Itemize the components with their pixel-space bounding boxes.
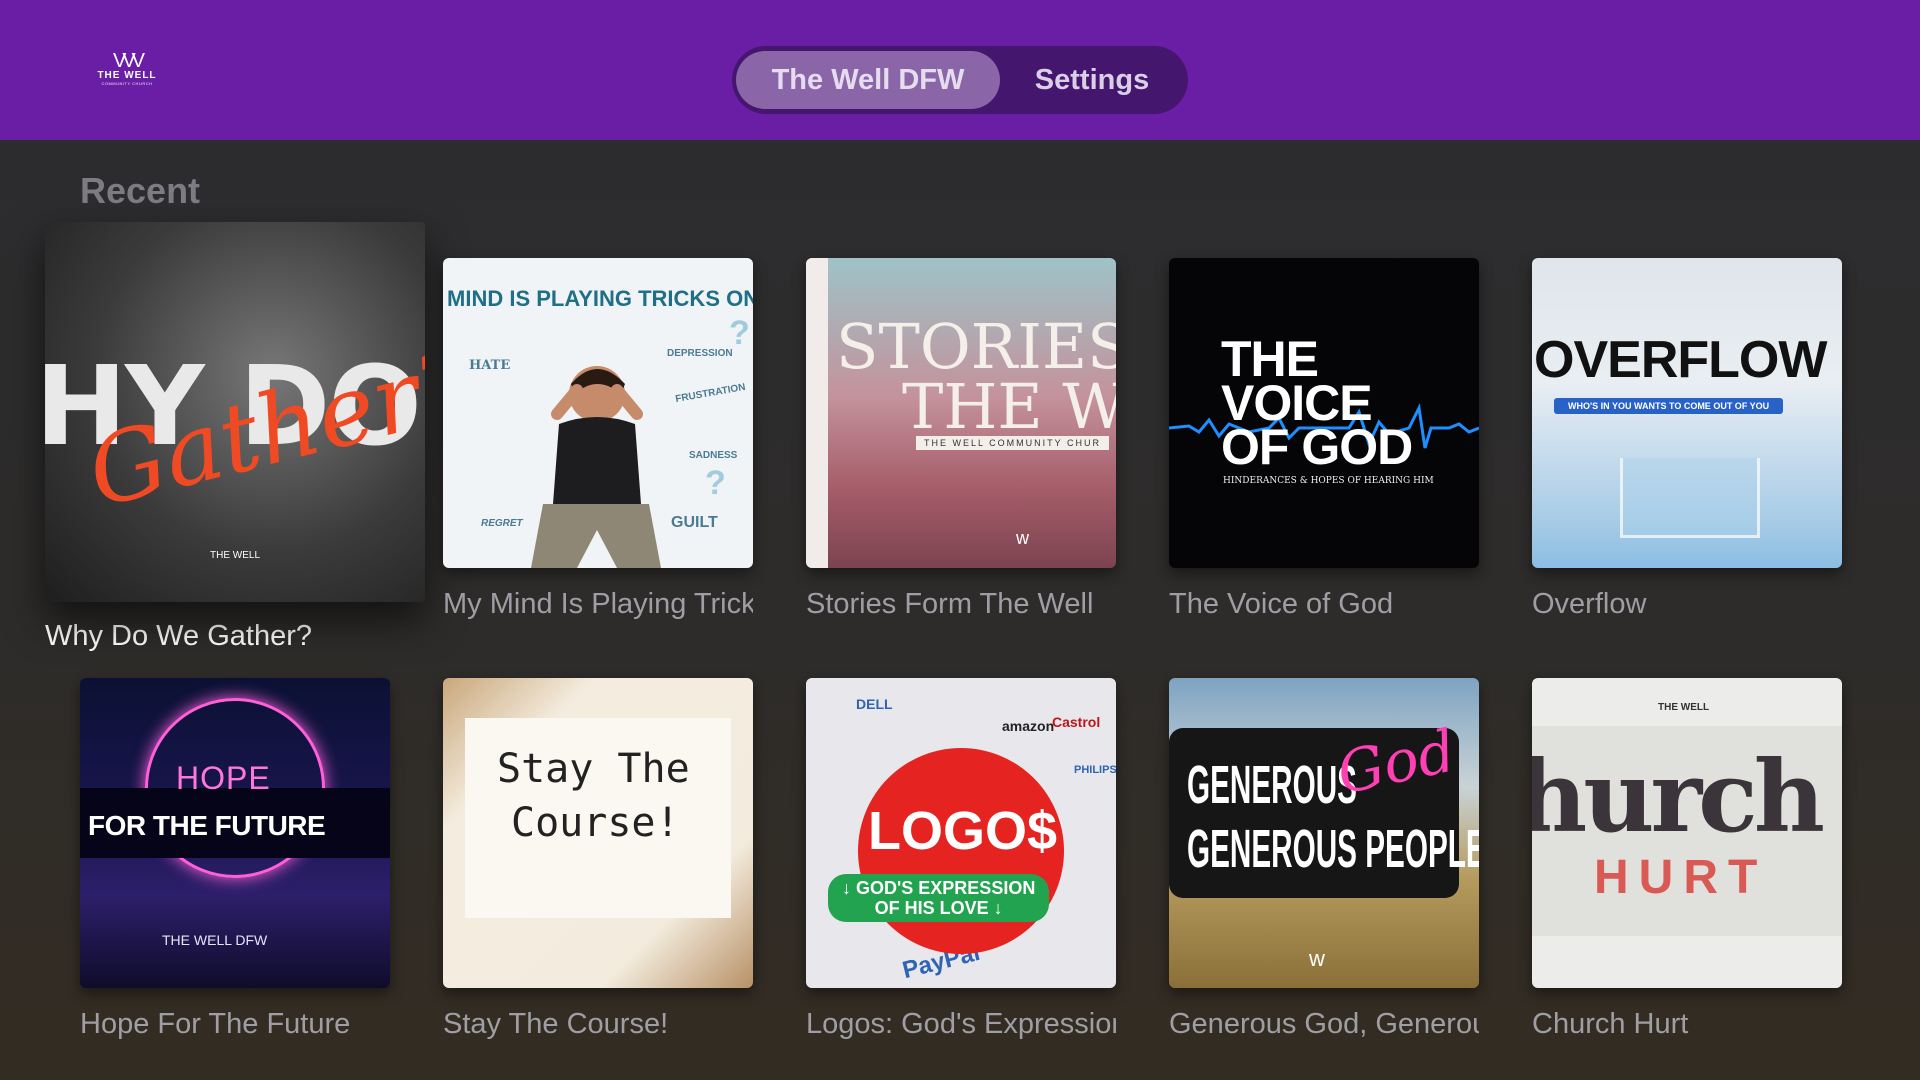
artwork-title: OVERFLOW: [1534, 331, 1827, 389]
card-caption: Overflow: [1532, 588, 1647, 620]
card-stay-the-course[interactable]: Stay The Course! Stay The Course!: [443, 678, 753, 1041]
card-artwork: OVERFLOW WHO'S IN YOU WANTS TO COME OUT …: [1532, 258, 1842, 568]
artwork-word: REGRET: [481, 518, 523, 529]
card-overflow[interactable]: OVERFLOW WHO'S IN YOU WANTS TO COME OUT …: [1532, 258, 1842, 621]
card-artwork: MIND IS PLAYING TRICKS ON HATE DEPRESSIO…: [443, 258, 753, 568]
card-hope-for-the-future[interactable]: HOPE FOR THE FUTURE THE WELL DFW Hope Fo…: [80, 678, 390, 1041]
artwork-title: GENEROUS: [1187, 755, 1357, 815]
artwork-title: GENEROUS PEOPLE: [1187, 819, 1479, 879]
card-caption: Why Do We Gather?: [45, 620, 313, 652]
card-caption: Hope For The Future: [80, 1008, 351, 1040]
logo-mark-icon: VVV: [112, 50, 145, 72]
artwork-title: hurch: [1532, 740, 1825, 855]
artwork-subtitle-line: OF HIS LOVE ↓: [874, 898, 1003, 918]
question-mark-icon: ?: [729, 314, 750, 352]
artwork-title: Course!: [511, 800, 680, 846]
card-caption: Stay The Course!: [443, 1008, 669, 1040]
card-artwork: HY DO W Gather? THE WELL: [45, 222, 425, 602]
artwork-subtitle: THE WELL DFW: [162, 932, 268, 948]
brand-logo-text: DELL: [856, 696, 893, 712]
card-generous-god[interactable]: GENEROUS GENEROUS PEOPLE God ᴡ Generous …: [1169, 678, 1479, 1041]
card-caption: My Mind Is Playing Tricks On Me: [443, 588, 753, 620]
artwork-subtitle: WHO'S IN YOU WANTS TO COME OUT OF YOU: [1554, 398, 1784, 414]
card-artwork: HOPE FOR THE FUTURE THE WELL DFW: [80, 678, 390, 988]
question-mark-icon: ?: [705, 464, 726, 502]
well-logo-icon: ᴡ: [1309, 946, 1325, 971]
card-artwork: STORIES FI THE WEI THE WELL COMMUNITY CH…: [806, 258, 1116, 568]
stressed-person-icon: [531, 366, 661, 568]
card-stories-form-the-well[interactable]: STORIES FI THE WEI THE WELL COMMUNITY CH…: [806, 258, 1116, 621]
brand-logo-text: PHILIPS: [1074, 764, 1116, 776]
church-logo: VVV THE WELL COMMUNITY CHURCH: [92, 50, 162, 92]
top-bar: VVV THE WELL COMMUNITY CHURCH The Well D…: [0, 0, 1920, 140]
card-caption: The Voice of God: [1169, 588, 1394, 620]
artwork-title: FOR THE FUTURE: [88, 810, 326, 841]
artwork-word: GUILT: [671, 514, 718, 531]
artwork-title: LOGO$: [868, 801, 1058, 861]
card-caption: Logos: God's Expression Of His Love: [806, 1008, 1116, 1040]
torn-paper-edge: [806, 258, 828, 568]
card-why-do-we-gather[interactable]: HY DO W Gather? THE WELL Why Do We Gathe…: [45, 222, 425, 653]
card-logos[interactable]: DELL amazon Castrol PayPal PHILIPS LOGO$…: [806, 678, 1116, 1041]
water-glass-icon: [1620, 458, 1760, 538]
artwork-title: MIND IS PLAYING TRICKS ON: [447, 286, 753, 311]
well-logo-icon: ᴡ: [1016, 528, 1029, 548]
artwork-logo-text: THE WELL: [210, 550, 261, 561]
tab-settings[interactable]: Settings: [1004, 51, 1180, 109]
artwork-subtitle-line: ↓ GOD'S EXPRESSION: [842, 878, 1036, 898]
artwork-title: OF GOD: [1221, 419, 1413, 475]
artwork-word: HATE: [469, 358, 511, 373]
artwork-subtitle: THE WELL COMMUNITY CHUR: [916, 436, 1110, 450]
artwork-subtitle: HURT: [1594, 851, 1768, 904]
artwork-word: DEPRESSION: [667, 348, 733, 359]
brand-logo-text: Castrol: [1052, 714, 1101, 730]
brand-logo-text: amazon: [1002, 718, 1055, 734]
section-title: Recent: [80, 170, 201, 211]
card-church-hurt[interactable]: THE WELL hurch HURT Church Hurt: [1532, 678, 1842, 1041]
tab-bar: The Well DFW Settings: [732, 46, 1188, 114]
artwork-subtitle: HINDERANCES & HOPES OF HEARING HIM: [1223, 476, 1434, 486]
card-artwork: GENEROUS GENEROUS PEOPLE God ᴡ: [1169, 678, 1479, 988]
tab-the-well-dfw[interactable]: The Well DFW: [736, 51, 1000, 109]
artwork-title: THE WEI: [902, 370, 1116, 443]
card-caption: Stories Form The Well: [806, 588, 1094, 620]
card-caption: Church Hurt: [1532, 1008, 1689, 1040]
card-my-mind[interactable]: MIND IS PLAYING TRICKS ON HATE DEPRESSIO…: [443, 258, 753, 621]
card-voice-of-god[interactable]: THE VOICE OF GOD HINDERANCES & HOPES OF …: [1169, 258, 1479, 621]
card-artwork: THE VOICE OF GOD HINDERANCES & HOPES OF …: [1169, 258, 1479, 568]
artwork-subtitle: ↓ GOD'S EXPRESSION OF HIS LOVE ↓: [828, 874, 1050, 922]
artwork-word: SADNESS: [689, 450, 738, 461]
card-artwork: DELL amazon Castrol PayPal PHILIPS LOGO$…: [806, 678, 1116, 988]
card-caption: Generous God, Generous People: [1169, 1008, 1479, 1040]
artwork-title: HOPE: [176, 760, 271, 796]
logo-subtitle: COMMUNITY CHURCH: [101, 81, 153, 86]
artwork-word: FRUSTRATION: [674, 381, 747, 406]
logo-name: THE WELL: [97, 70, 157, 81]
artwork-logo-text: THE WELL: [1658, 702, 1710, 713]
card-artwork: THE WELL hurch HURT: [1532, 678, 1842, 988]
artwork-title: Stay The: [497, 746, 690, 792]
card-artwork: Stay The Course!: [443, 678, 753, 988]
